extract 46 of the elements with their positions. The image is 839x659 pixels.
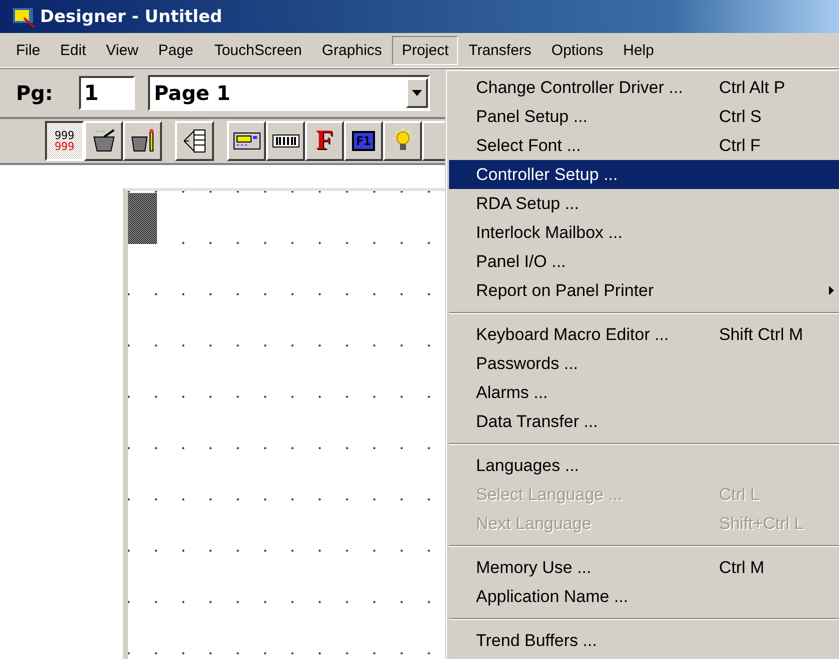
menu-item[interactable]: Alarms ... [447, 378, 839, 407]
segment-bar-button[interactable] [266, 121, 305, 161]
window-title: Designer - Untitled [40, 6, 222, 26]
menu-item[interactable]: Report on Panel Printer [447, 276, 839, 305]
page-label: Pg: [16, 81, 54, 105]
shortcut-label: Ctrl F [719, 136, 761, 156]
menu-item[interactable]: Transfers [458, 36, 540, 64]
shortcut-label: Ctrl M [719, 558, 764, 578]
dropdown-arrow-icon [412, 90, 422, 96]
menu-item[interactable]: View [96, 36, 148, 64]
shortcut-label: Shift Ctrl M [719, 324, 804, 344]
menu-item[interactable]: Help [613, 36, 663, 64]
pot-pen-button[interactable] [123, 121, 162, 161]
menu-item[interactable]: Languages ... [447, 451, 839, 480]
menu-item[interactable]: Change Controller Driver ... Ctrl Alt P [447, 73, 839, 102]
menu-item[interactable]: Page [148, 36, 202, 64]
menu-item[interactable]: Select Font ... Ctrl F [447, 131, 839, 160]
menu-item[interactable]: Edit [50, 36, 96, 64]
menu-item[interactable]: Interlock Mailbox ... [447, 218, 839, 247]
page-name-dropdown[interactable]: Page 1 [148, 75, 430, 111]
menu-item[interactable]: Trend Buffers ... [447, 626, 839, 655]
menu-item[interactable]: RDA Setup ... [447, 189, 839, 218]
branch-list-icon [180, 127, 208, 155]
menu-item[interactable]: File [6, 36, 50, 64]
display-button[interactable] [227, 121, 266, 161]
branch-list-button[interactable] [175, 121, 214, 161]
page-number-field[interactable]: 1 [79, 76, 135, 110]
selection-block [128, 193, 157, 244]
menu-item[interactable]: Memory Use ... Ctrl M [447, 553, 839, 582]
shortcut-label: Ctrl S [719, 106, 762, 126]
app-icon [12, 6, 36, 28]
counter-button[interactable]: 999 999 [45, 121, 84, 161]
menu-item[interactable]: Passwords ... [447, 349, 839, 378]
menu-item[interactable]: Application Name ... [447, 582, 839, 611]
menu-item[interactable]: Controller Setup ... [449, 160, 839, 189]
menu-item[interactable]: Panel Setup ... Ctrl S [447, 102, 839, 131]
menu-item[interactable]: Project [392, 36, 458, 64]
shortcut-label: Ctrl Alt P [719, 78, 786, 98]
light-bulb-button[interactable] [383, 121, 422, 161]
menu-item[interactable]: Panel I/O ... [447, 247, 839, 276]
menu-item[interactable]: Keyboard Macro Editor ... Shift Ctrl M [447, 320, 839, 349]
menu-item[interactable]: Options [541, 36, 612, 64]
pot-button[interactable] [84, 121, 123, 161]
menu-item[interactable]: Data Transfer ... [447, 407, 839, 436]
menu-item[interactable]: Graphics [312, 36, 391, 64]
menu-item[interactable]: TouchScreen [203, 36, 311, 64]
